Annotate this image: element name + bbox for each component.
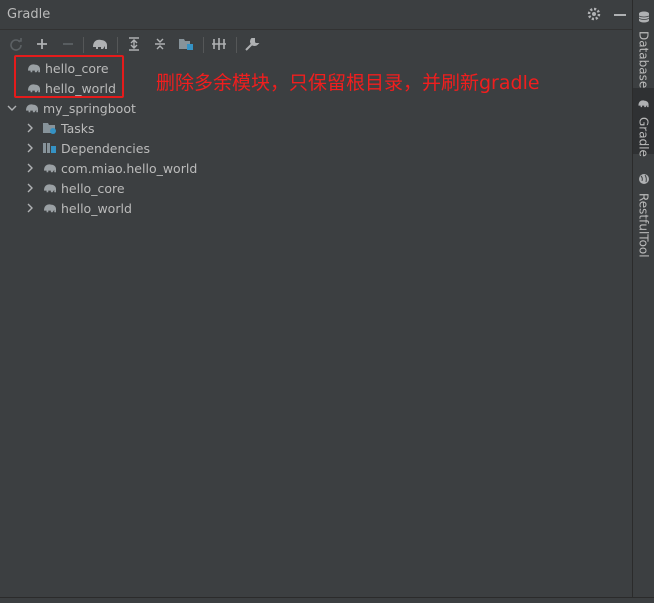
collapse-all-icon[interactable] xyxy=(151,35,169,53)
expand-all-icon[interactable] xyxy=(125,35,143,53)
tool-window-title: Gradle xyxy=(7,7,51,22)
tab-database[interactable]: Database xyxy=(633,8,654,88)
elephant-icon xyxy=(637,94,650,113)
toggle-offline-icon[interactable] xyxy=(210,35,228,53)
tab-label: Gradle xyxy=(636,117,651,157)
annotation-text: 删除多余模块，只保留根目录，并刷新gradle xyxy=(156,72,540,94)
chevron-right-icon[interactable] xyxy=(24,142,36,154)
toolbar-separator xyxy=(117,37,118,53)
elephant-icon xyxy=(42,200,58,216)
tree-item-dependencies[interactable]: Dependencies xyxy=(24,138,150,158)
tab-gradle[interactable]: Gradle xyxy=(633,88,654,157)
tab-restfultool[interactable]: RestfulTool xyxy=(633,166,654,258)
add-icon[interactable] xyxy=(33,35,51,53)
elephant-icon xyxy=(42,160,58,176)
right-tool-strip: Database Gradle RestfulTool xyxy=(633,0,654,603)
group-modules-icon[interactable] xyxy=(177,35,195,53)
tree-item-hello-core-sub[interactable]: hello_core xyxy=(24,178,125,198)
remove-icon[interactable] xyxy=(59,35,77,53)
toolbar-separator xyxy=(236,37,237,53)
chevron-right-icon[interactable] xyxy=(24,162,36,174)
globe-icon xyxy=(638,170,650,189)
tree-item-label: Tasks xyxy=(61,120,95,136)
database-icon xyxy=(638,8,650,27)
tree-item-tasks[interactable]: Tasks xyxy=(24,118,95,138)
chevron-right-icon[interactable] xyxy=(24,202,36,214)
tree-item-my-springboot[interactable]: my_springboot xyxy=(6,98,136,118)
execute-task-icon[interactable] xyxy=(91,35,109,53)
elephant-icon xyxy=(42,180,58,196)
dependencies-icon xyxy=(42,140,58,156)
tree-item-label: hello_world xyxy=(61,200,132,216)
wrench-icon[interactable] xyxy=(243,35,261,53)
tree-item-label: my_springboot xyxy=(43,100,136,116)
chevron-down-icon[interactable] xyxy=(6,102,18,114)
toolbar-separator xyxy=(83,37,84,53)
tool-window-header: Gradle xyxy=(0,0,632,30)
minimize-icon[interactable] xyxy=(614,14,626,16)
tab-label: RestfulTool xyxy=(636,193,651,258)
tree-item-com-miao-hello-world[interactable]: com.miao.hello_world xyxy=(24,158,197,178)
gradle-tool-window: Gradle hello_core hello_world my_springb… xyxy=(0,0,633,603)
tree-item-label: com.miao.hello_world xyxy=(61,160,198,176)
tree-item-hello-world-sub[interactable]: hello_world xyxy=(24,198,132,218)
chevron-right-icon[interactable] xyxy=(24,122,36,134)
tree-item-label: Dependencies xyxy=(61,140,150,156)
gear-icon[interactable] xyxy=(586,6,602,22)
highlight-box xyxy=(14,55,124,98)
tree-item-label: hello_core xyxy=(61,180,125,196)
elephant-icon xyxy=(24,100,40,116)
toolbar-separator xyxy=(203,37,204,53)
chevron-right-icon[interactable] xyxy=(24,182,36,194)
bottom-border xyxy=(0,597,654,603)
refresh-icon[interactable] xyxy=(7,35,25,53)
tasks-folder-icon xyxy=(42,120,58,136)
tab-label: Database xyxy=(636,31,651,89)
gradle-toolbar xyxy=(0,31,632,57)
